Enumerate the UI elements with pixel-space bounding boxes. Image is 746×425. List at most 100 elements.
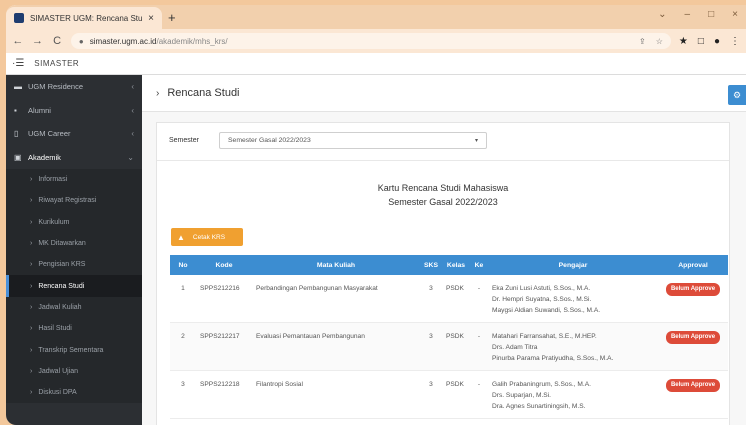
settings-gear-icon[interactable]: ⚙ bbox=[728, 85, 746, 105]
url-input[interactable]: ● simaster.ugm.ac.id/akademik/mhs_krs/ ⇪… bbox=[70, 33, 671, 49]
pengajar-name: Drs. Adam Titra bbox=[492, 344, 538, 351]
address-bar-row: ← → C ● simaster.ugm.ac.id/akademik/mhs_… bbox=[6, 29, 746, 53]
sidebar-sub-transkrip-sementara[interactable]: › Transkrip Sementara bbox=[6, 339, 142, 361]
sidebar-item-alumni[interactable]: ▪ Alumni ‹ bbox=[6, 99, 142, 123]
sidebar-sub-label: Transkrip Sementara bbox=[38, 346, 104, 354]
pengajar-name: Pinurba Parama Pratiyudha, S.Sos., M.A. bbox=[492, 355, 614, 362]
pengajar-name: Drs. Suparjan, M.Si. bbox=[492, 392, 551, 399]
sidebar-sub-label: Hasil Studi bbox=[38, 325, 72, 333]
sidebar-sub-pengisian-krs[interactable]: › Pengisian KRS bbox=[6, 254, 142, 276]
cell-kelas: PSDK bbox=[442, 370, 470, 419]
share-icon[interactable]: ⇪ bbox=[639, 37, 646, 46]
table-row: 1 SPPS212216 Perbandingan Pembangunan Ma… bbox=[170, 275, 728, 323]
extensions-area: ★ □ ● ⋮ bbox=[679, 36, 740, 47]
extension-icon[interactable]: ★ bbox=[679, 36, 688, 47]
sidebar-sub-riwayat-registrasi[interactable]: › Riwayat Registrasi bbox=[6, 190, 142, 212]
cell-sks: 3 bbox=[420, 322, 442, 371]
sidebar-sub-jadwal-kuliah[interactable]: › Jadwal Kuliah bbox=[6, 296, 142, 319]
semester-row: Semester Semester Gasal 2022/2023 ▾ bbox=[169, 132, 487, 149]
cell-approval: Belum Approve bbox=[658, 275, 728, 323]
minimize-button[interactable]: – bbox=[685, 9, 691, 20]
favicon-icon bbox=[14, 13, 24, 23]
book-icon: ▣ bbox=[14, 152, 22, 162]
app-header: ·☰ SIMASTER bbox=[6, 53, 746, 75]
lock-icon: ● bbox=[78, 36, 84, 46]
page-title: Rencana Studi bbox=[167, 87, 240, 99]
cell-ke: - bbox=[470, 370, 488, 419]
new-tab-button[interactable]: + bbox=[168, 10, 176, 25]
sidebar-item-ugm-residence[interactable]: ▬ UGM Residence ‹ bbox=[6, 75, 142, 99]
tab-strip: SIMASTER UGM: Rencana Studi × + ⌄ – □ × bbox=[6, 5, 746, 29]
arrow-right-icon: › bbox=[30, 176, 33, 184]
sidebar-sub-label: MK Ditawarkan bbox=[38, 240, 86, 248]
krs-title-line1: Kartu Rencana Studi Mahasiswa bbox=[377, 183, 509, 193]
tab-close-icon[interactable]: × bbox=[148, 13, 154, 24]
sidebar-item-akademik[interactable]: ▣ Akademik ⌄ bbox=[6, 146, 142, 170]
sidebar-item-label: UGM Residence bbox=[28, 82, 84, 92]
sidebar-sub-rencana-studi[interactable]: › Rencana Studi bbox=[6, 275, 142, 297]
tab-search-icon[interactable]: ⌄ bbox=[658, 9, 666, 20]
url-host: simaster.ugm.ac.id bbox=[89, 36, 157, 46]
cell-no: 3 bbox=[170, 370, 196, 419]
forward-icon[interactable]: → bbox=[32, 35, 44, 47]
cell-no: 2 bbox=[170, 322, 196, 371]
browser-tab[interactable]: SIMASTER UGM: Rencana Studi × bbox=[6, 7, 162, 29]
warning-icon: ▲ bbox=[177, 232, 185, 242]
close-window-button[interactable]: × bbox=[732, 9, 738, 20]
bookmark-star-icon[interactable]: ☆ bbox=[656, 37, 663, 46]
sidebar-sub-kurikulum[interactable]: › Kurikulum bbox=[6, 211, 142, 233]
chevron-left-icon: ‹ bbox=[131, 129, 134, 139]
sidebar-sub-informasi[interactable]: › Informasi bbox=[6, 169, 142, 191]
semester-select[interactable]: Semester Gasal 2022/2023 ▾ bbox=[219, 132, 487, 149]
cell-kelas: PSDK bbox=[442, 322, 470, 371]
caret-down-icon: ▾ bbox=[474, 138, 478, 144]
sidebar-item-label: Alumni bbox=[28, 105, 51, 115]
sidebar-sub-label: Jadwal Kuliah bbox=[38, 303, 82, 311]
cell-sks: 3 bbox=[420, 370, 442, 419]
cell-pengajar: Matahari Farransahat, S.E., M.HEP. Drs. … bbox=[488, 322, 658, 371]
cell-kode: SPPS212216 bbox=[196, 275, 252, 323]
sidepanel-icon[interactable]: □ bbox=[698, 36, 704, 47]
semester-label: Semester bbox=[169, 137, 199, 144]
sidebar-sub-hasil-studi[interactable]: › Hasil Studi bbox=[6, 318, 142, 340]
col-header-ke: Ke bbox=[470, 255, 488, 275]
pengajar-name: Dra. Agnes Sunartiningsih, M.S. bbox=[492, 403, 586, 410]
status-badge: Belum Approve bbox=[665, 283, 721, 296]
cell-kode: SPPS212217 bbox=[196, 322, 252, 371]
col-header-mata-kuliah: Mata Kuliah bbox=[252, 255, 420, 275]
sidebar: ▬ UGM Residence ‹ ▪ Alumni ‹ ▯ UGM Caree… bbox=[6, 75, 142, 425]
back-icon[interactable]: ← bbox=[12, 35, 24, 47]
hamburger-icon[interactable]: ·☰ bbox=[12, 58, 24, 69]
menu-icon[interactable]: ⋮ bbox=[730, 36, 740, 47]
col-header-approval: Approval bbox=[658, 255, 728, 275]
pengajar-name: Maygsi Aldian Suwandi, S.Sos., M.A. bbox=[492, 307, 601, 314]
divider bbox=[157, 160, 729, 161]
sidebar-item-ugm-career[interactable]: ▯ UGM Career ‹ bbox=[6, 122, 142, 146]
arrow-right-icon: › bbox=[30, 282, 33, 290]
table-header-row: No Kode Mata Kuliah SKS Kelas Ke Pengaja… bbox=[170, 255, 728, 275]
sidebar-sub-label: Jadwal Ujian bbox=[38, 367, 79, 375]
sidebar-sub-diskusi-dpa[interactable]: › Diskusi DPA bbox=[6, 381, 142, 404]
cetak-krs-button[interactable]: ▲ Cetak KRS bbox=[171, 228, 243, 246]
col-header-pengajar: Pengajar bbox=[488, 255, 658, 275]
sidebar-sub-label: Pengisian KRS bbox=[38, 261, 86, 269]
bed-icon: ▬ bbox=[14, 82, 22, 92]
sidebar-sub-mk-ditawarkan[interactable]: › MK Ditawarkan bbox=[6, 232, 142, 255]
url-path: /akademik/mhs_krs/ bbox=[156, 36, 228, 46]
sidebar-sub-jadwal-ujian[interactable]: › Jadwal Ujian bbox=[6, 360, 142, 382]
sidebar-sub-label: Diskusi DPA bbox=[38, 389, 77, 397]
cell-mata-kuliah: Evaluasi Pemantauan Pembangunan bbox=[252, 322, 420, 371]
maximize-button[interactable]: □ bbox=[708, 9, 714, 20]
arrow-right-icon: › bbox=[30, 218, 33, 226]
sidebar-item-label: Akademik bbox=[28, 152, 61, 162]
arrow-right-icon: › bbox=[30, 303, 33, 311]
status-badge: Belum Approve bbox=[665, 331, 721, 344]
browser-window: SIMASTER UGM: Rencana Studi × + ⌄ – □ × … bbox=[6, 5, 746, 425]
chevron-down-icon: ⌄ bbox=[127, 152, 134, 162]
career-icon: ▯ bbox=[14, 129, 19, 139]
table-row: 2 SPPS212217 Evaluasi Pemantauan Pembang… bbox=[170, 322, 728, 371]
pengajar-name: Galih Prabaningrum, S.Sos., M.A. bbox=[492, 381, 591, 388]
main-content: › Rencana Studi ⚙ Semester Semester Gasa… bbox=[142, 75, 746, 425]
profile-icon[interactable]: ● bbox=[714, 36, 720, 47]
reload-icon[interactable]: C bbox=[51, 35, 63, 47]
